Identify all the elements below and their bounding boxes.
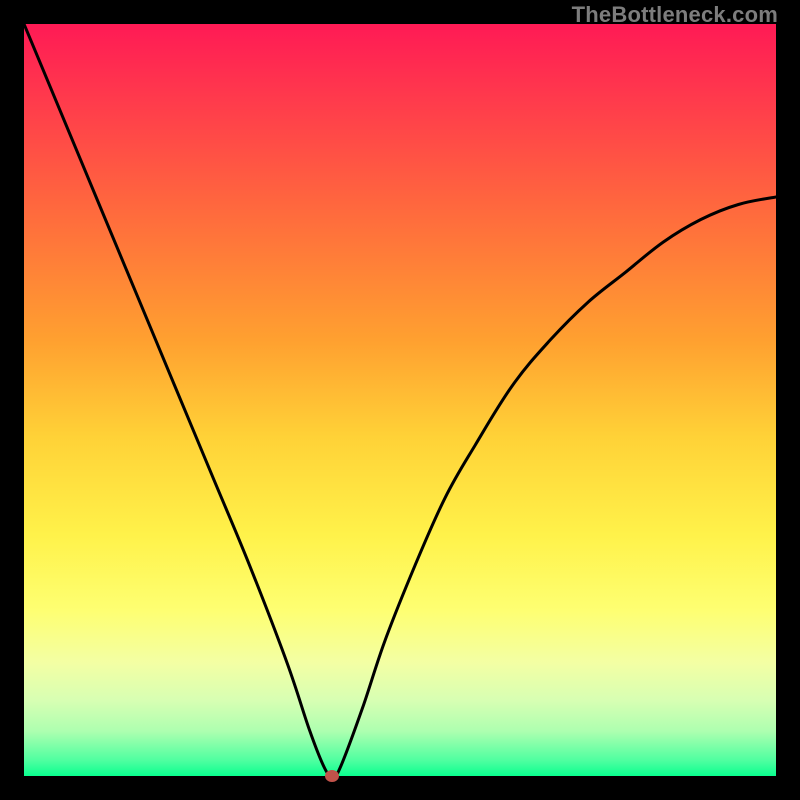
optimum-marker: [325, 770, 339, 782]
bottleneck-curve: [24, 24, 776, 776]
plot-area: [24, 24, 776, 776]
chart-frame: TheBottleneck.com: [0, 0, 800, 800]
